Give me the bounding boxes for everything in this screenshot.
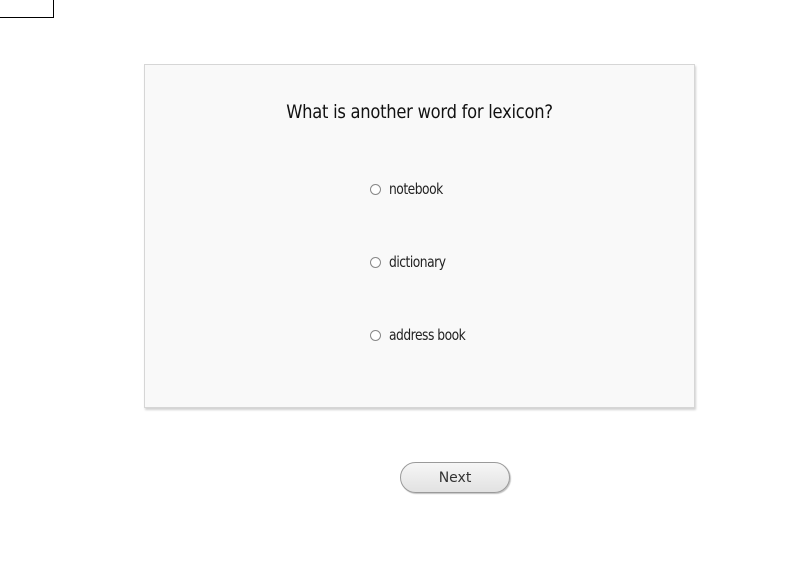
radio-button[interactable]: [370, 256, 381, 268]
answer-label: dictionary: [389, 253, 446, 271]
answer-option-address-book[interactable]: address book: [370, 326, 482, 344]
next-button[interactable]: Next: [400, 462, 510, 493]
radio-button[interactable]: [370, 329, 381, 341]
answer-label: notebook: [389, 180, 443, 198]
radio-button[interactable]: [370, 183, 381, 195]
question-text: What is another word for lexicon?: [286, 101, 553, 123]
answer-option-dictionary[interactable]: dictionary: [370, 253, 458, 271]
corner-box: [0, 0, 54, 18]
answer-label: address book: [389, 326, 466, 344]
answer-option-notebook[interactable]: notebook: [370, 180, 455, 198]
question-card: What is another word for lexicon? notebo…: [144, 64, 695, 408]
